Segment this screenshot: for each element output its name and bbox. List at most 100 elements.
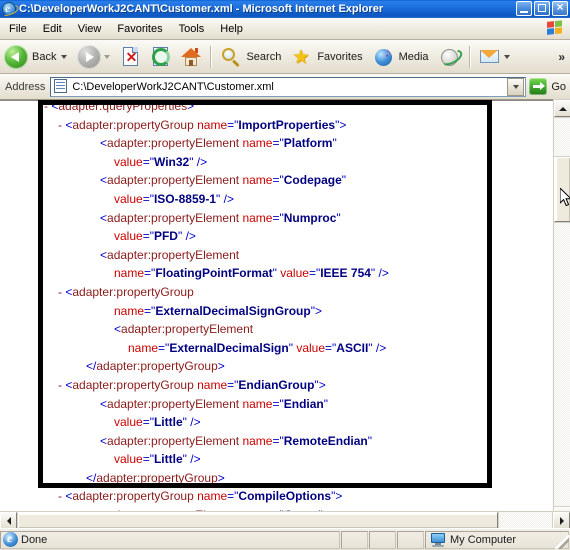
window-controls: × xyxy=(516,0,568,16)
go-button[interactable]: Go xyxy=(526,76,570,98)
go-button-label: Go xyxy=(551,80,566,93)
xml-token-tag: adapter:propertyElement xyxy=(107,136,240,151)
menu-item-edit[interactable]: Edit xyxy=(36,21,69,37)
close-icon: × xyxy=(556,0,564,14)
xml-token-br: /> xyxy=(193,154,208,169)
xml-line: value="Little" /> xyxy=(0,450,389,469)
xml-token-val: FloatingPointFormat xyxy=(155,266,273,281)
xml-token-br: < xyxy=(100,173,108,188)
forward-button[interactable] xyxy=(74,43,115,71)
xml-token-val: Numproc xyxy=(283,210,337,225)
page-content-xml-tree[interactable]: - <adapter:queryProperties> - <adapter:pr… xyxy=(0,100,553,524)
search-icon xyxy=(220,46,242,68)
history-button[interactable] xyxy=(436,43,465,71)
xml-token-br: > xyxy=(187,100,195,113)
xml-token-val: ExternalDecimalSign xyxy=(169,340,289,355)
xml-token-val: ASCII xyxy=(336,340,369,355)
xml-token-val: CompileOptions xyxy=(238,489,332,504)
vertical-scrollbar[interactable] xyxy=(553,99,570,525)
horizontal-scrollbar-thumb[interactable] xyxy=(17,511,499,530)
xml-token-br: < xyxy=(114,322,122,337)
vertical-scrollbar-thumb[interactable] xyxy=(553,156,570,223)
resize-grip[interactable] xyxy=(555,535,569,549)
xml-line: <adapter:propertyElement name="RemoteEnd… xyxy=(0,432,389,451)
xml-token-br: /> xyxy=(182,229,196,244)
xml-token-br: < xyxy=(100,136,108,151)
address-dropdown-button[interactable] xyxy=(507,77,525,96)
home-button[interactable] xyxy=(177,43,205,71)
refresh-button[interactable] xyxy=(147,43,175,71)
menu-item-view[interactable]: View xyxy=(71,21,109,37)
xml-token-br: /> xyxy=(186,415,201,430)
xml-line: name="FloatingPointFormat" value="IEEE 7… xyxy=(0,264,389,283)
security-zone-pane[interactable]: My Computer xyxy=(425,530,569,549)
xml-line: - <adapter:propertyGroup name="EndianGro… xyxy=(0,376,389,395)
favorites-button[interactable]: ★ Favorites xyxy=(288,43,367,71)
xml-token-br: > xyxy=(314,303,322,318)
xml-token-val: EndianGroup xyxy=(238,377,315,392)
xml-token-att: name xyxy=(242,396,273,411)
xml-token-eq: = xyxy=(142,229,150,244)
xml-line: - <adapter:queryProperties> xyxy=(0,100,389,116)
address-input[interactable]: C:\DeveloperWorkJ2CANT\Customer.xml xyxy=(50,76,527,97)
xml-token-att: value xyxy=(114,415,143,430)
address-label: Address xyxy=(5,80,46,93)
status-pane-2 xyxy=(369,530,396,549)
xml-token-br: > xyxy=(217,359,225,374)
xml-token-qt: " xyxy=(341,173,347,188)
xml-token-br: > xyxy=(217,470,225,485)
xml-token-qt: " xyxy=(336,210,341,225)
back-button[interactable]: Back xyxy=(1,43,72,71)
xml-token-val: PFD xyxy=(153,229,178,244)
chevron-down-icon[interactable] xyxy=(104,54,111,59)
media-button[interactable]: ♪ Media xyxy=(370,43,434,71)
xml-token-qt: " xyxy=(323,396,329,411)
close-button[interactable]: × xyxy=(552,0,568,16)
xml-token-br: > xyxy=(318,377,326,392)
xml-token-tag: adapter:propertyElement xyxy=(121,322,254,337)
scroll-left-button[interactable] xyxy=(0,511,18,530)
xml-line: </adapter:propertyGroup> xyxy=(0,357,389,376)
menu-item-file[interactable]: File xyxy=(2,21,34,37)
favorites-button-label: Favorites xyxy=(317,50,363,63)
chevron-down-icon[interactable] xyxy=(503,54,510,59)
xml-token-att: name xyxy=(114,303,145,318)
menu-item-tools[interactable]: Tools xyxy=(172,21,212,37)
xml-token-att: name xyxy=(242,173,273,188)
toolbar-overflow-button[interactable]: » xyxy=(558,51,565,63)
xml-token-tag: adapter:propertyGroup xyxy=(96,470,218,485)
mail-button[interactable] xyxy=(476,43,515,71)
horizontal-scrollbar[interactable] xyxy=(0,511,570,530)
xml-token-val: ExternalDecimalSignGroup xyxy=(155,303,311,318)
xml-token-att: value xyxy=(114,191,143,206)
back-button-label: Back xyxy=(32,50,57,63)
xml-token-val: IEEE 754 xyxy=(320,266,371,281)
minimize-button[interactable] xyxy=(516,1,532,16)
xml-line: - <adapter:propertyGroup name="CompileOp… xyxy=(0,487,389,506)
xml-token-br: < xyxy=(100,396,108,411)
history-icon xyxy=(436,46,465,68)
xml-line: value="Little" /> xyxy=(0,413,389,432)
xml-token-eq: = xyxy=(142,191,150,206)
chevron-down-icon[interactable] xyxy=(61,54,68,59)
document-icon xyxy=(53,79,69,94)
home-icon xyxy=(180,46,202,68)
stop-button[interactable]: ✕ xyxy=(117,43,145,71)
menu-item-favorites[interactable]: Favorites xyxy=(110,21,169,37)
scroll-right-button[interactable] xyxy=(552,511,570,530)
xml-token-tag: adapter:queryProperties xyxy=(58,100,188,113)
xml-token-eq: = xyxy=(158,340,166,355)
xml-token-val: Endian xyxy=(283,396,324,411)
xml-token-br: < xyxy=(100,433,108,448)
maximize-button[interactable] xyxy=(534,1,550,16)
xml-token-val: Platform xyxy=(283,136,333,151)
search-button-label: Search xyxy=(246,50,282,63)
menu-item-help[interactable]: Help xyxy=(213,21,250,37)
xml-token-br: < xyxy=(100,247,108,262)
xml-token-br: /> xyxy=(372,340,387,355)
chevron-down-icon xyxy=(512,84,519,89)
scroll-up-button[interactable] xyxy=(553,99,570,118)
xml-line: </adapter:propertyGroup> xyxy=(0,469,389,488)
xml-line: value="ISO-8859-1" /> xyxy=(0,190,389,209)
search-button[interactable]: Search xyxy=(217,43,286,71)
